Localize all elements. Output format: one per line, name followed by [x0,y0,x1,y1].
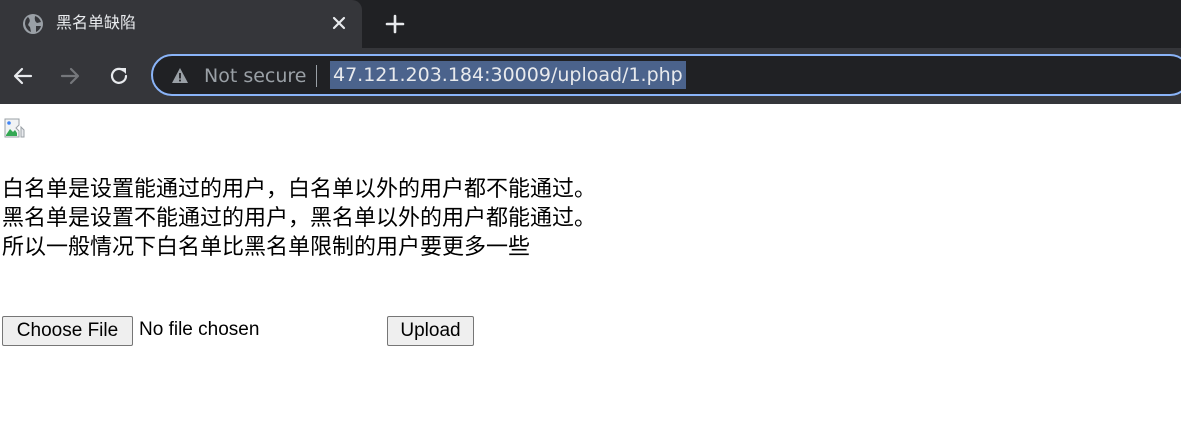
page-content: 白名单是设置能通过的用户，白名单以外的用户都不能通过。 黑名单是设置不能通过的用… [0,104,1181,435]
address-bar[interactable]: Not secure 47.121.203.184:30009/upload/1… [151,54,1181,96]
back-arrow-icon[interactable] [11,64,35,88]
tab-strip: 黑名单缺陷 [0,0,1181,48]
warning-icon[interactable] [171,67,189,85]
forward-arrow-icon[interactable] [58,64,82,88]
text-line: 所以一般情况下白名单比黑名单限制的用户要更多一些 [2,234,531,259]
broken-image-icon [4,118,25,138]
file-status-text: No file chosen [139,319,260,340]
text-line: 白名单是设置能通过的用户，白名单以外的用户都不能通过。 [2,176,597,201]
upload-button[interactable]: Upload [387,316,474,346]
choose-file-button[interactable]: Choose File [2,316,133,346]
reload-icon[interactable] [107,64,131,88]
text-line: 黑名单是设置不能通过的用户，黑名单以外的用户都能通过。 [2,205,597,230]
new-tab-plus-icon[interactable] [383,12,407,36]
url-text[interactable]: 47.121.203.184:30009/upload/1.php [330,61,686,89]
security-status[interactable]: Not secure [204,64,307,88]
close-icon[interactable] [328,12,350,34]
browser-toolbar: Not secure 47.121.203.184:30009/upload/1… [0,48,1181,104]
description-text: 白名单是设置能通过的用户，白名单以外的用户都不能通过。 黑名单是设置不能通过的用… [2,174,596,261]
tab-title: 黑名单缺陷 [56,13,137,32]
globe-icon [23,14,43,34]
omnibox-divider [316,65,317,87]
active-tab[interactable]: 黑名单缺陷 [0,0,362,48]
